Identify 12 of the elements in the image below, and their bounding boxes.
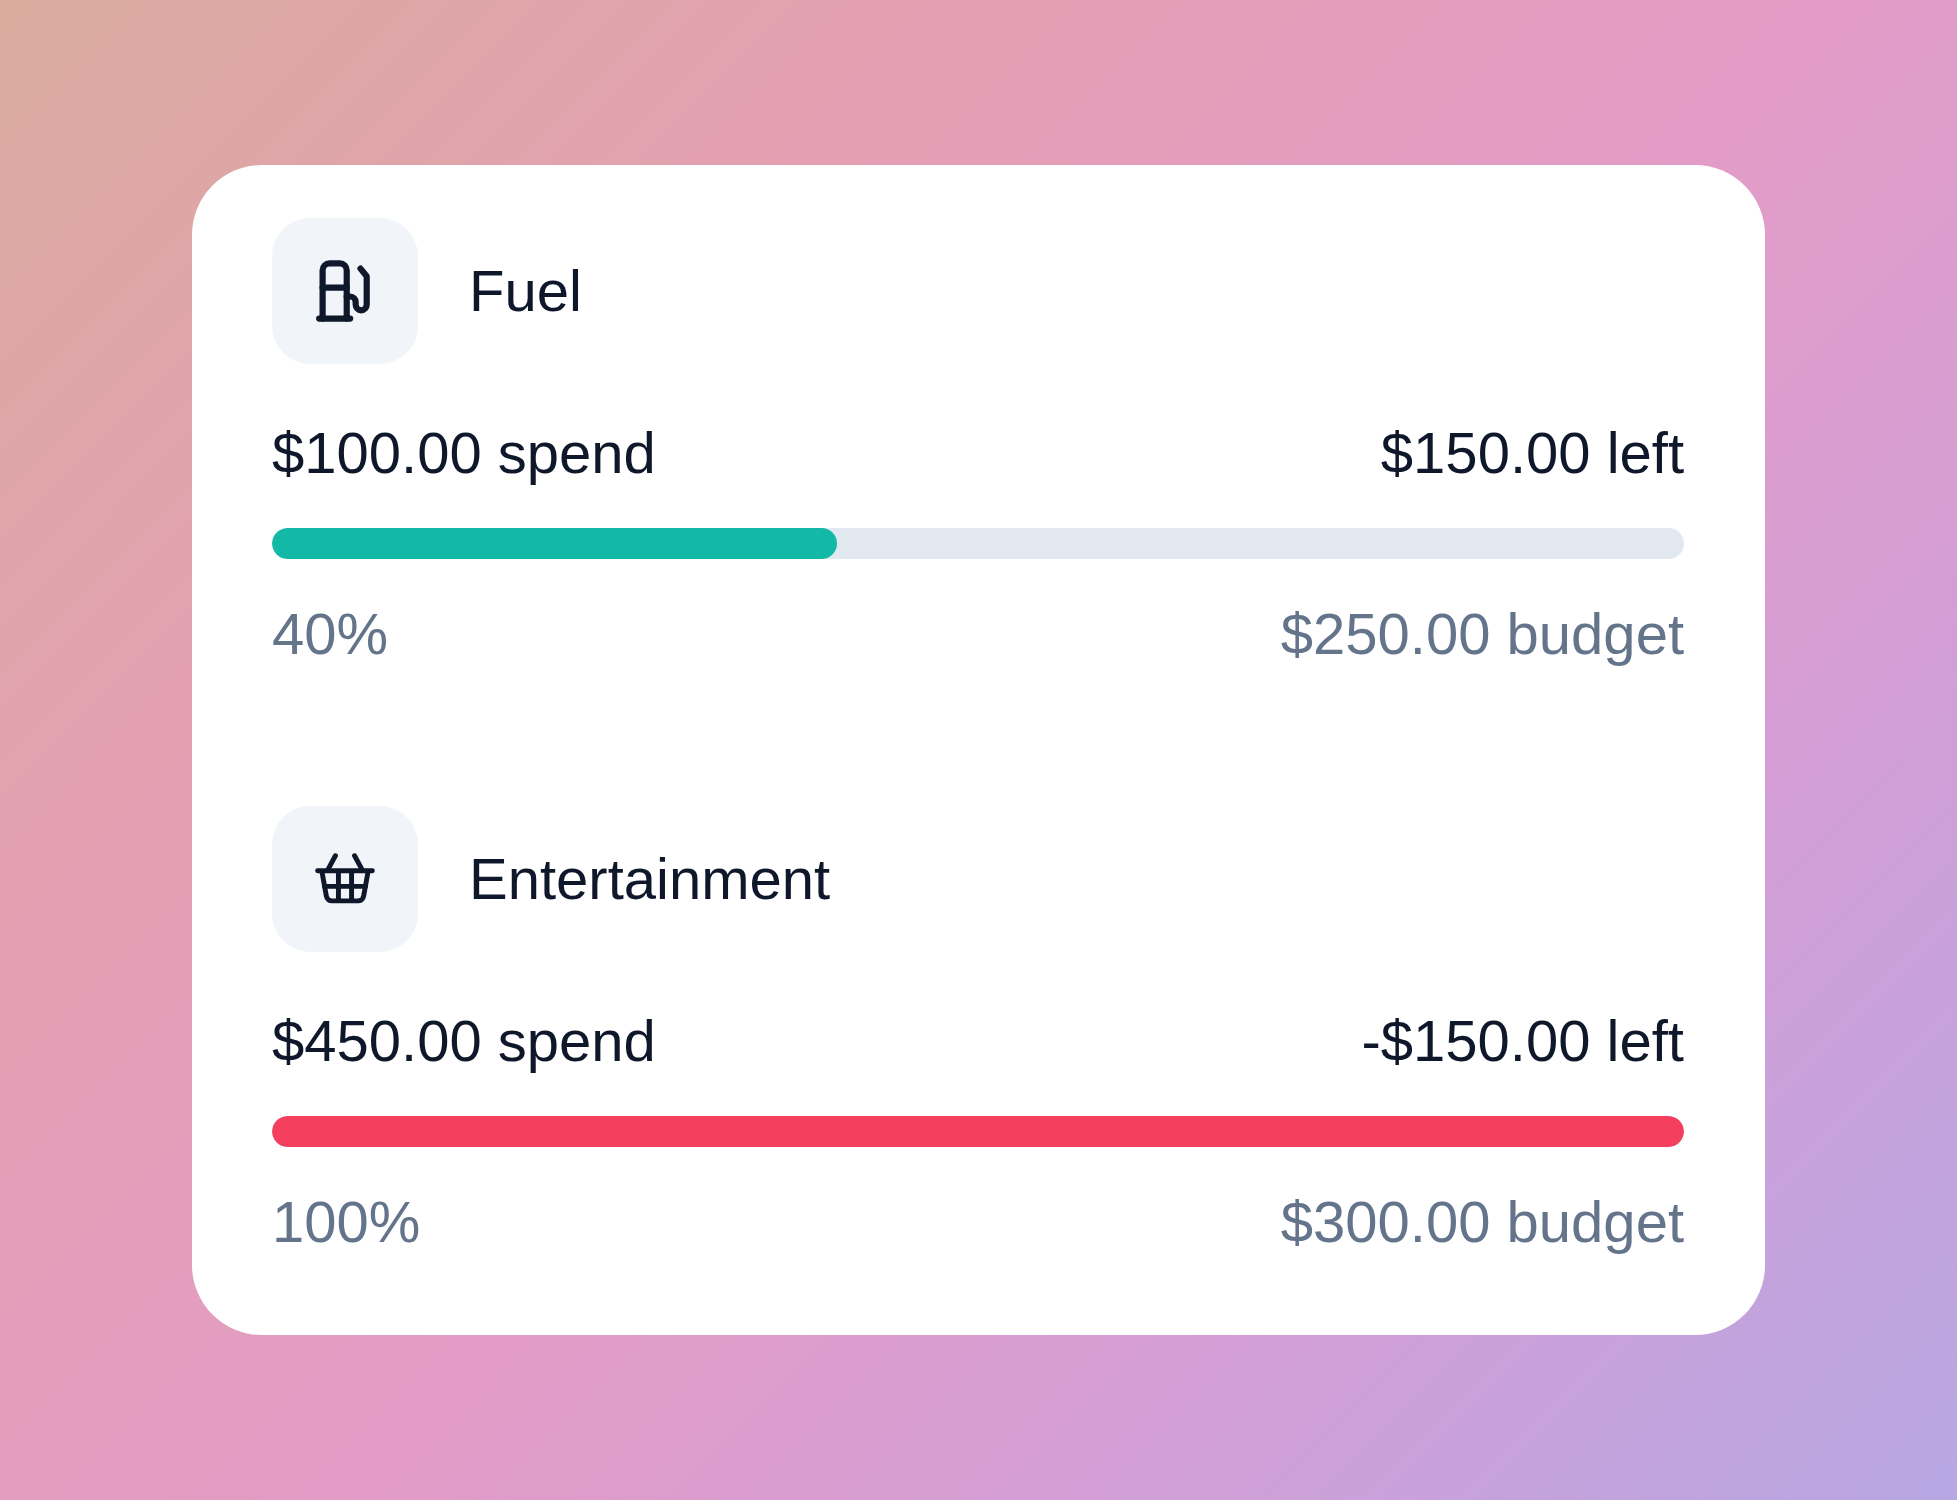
remaining-amount: -$150.00 left (1361, 1009, 1684, 1073)
spent-amount: $100.00 spend (272, 421, 656, 485)
percent-label: 40% (272, 602, 389, 666)
fuel-pump-icon (272, 218, 418, 364)
basket-icon (272, 806, 418, 952)
spent-amount: $450.00 spend (272, 1009, 656, 1073)
category-title: Fuel (469, 258, 582, 324)
budget-amount: $300.00 budget (1280, 1190, 1684, 1254)
budget-amount: $250.00 budget (1280, 602, 1684, 666)
category-title: Entertainment (469, 846, 831, 912)
percent-label: 100% (272, 1190, 421, 1254)
remaining-amount: $150.00 left (1380, 421, 1684, 485)
